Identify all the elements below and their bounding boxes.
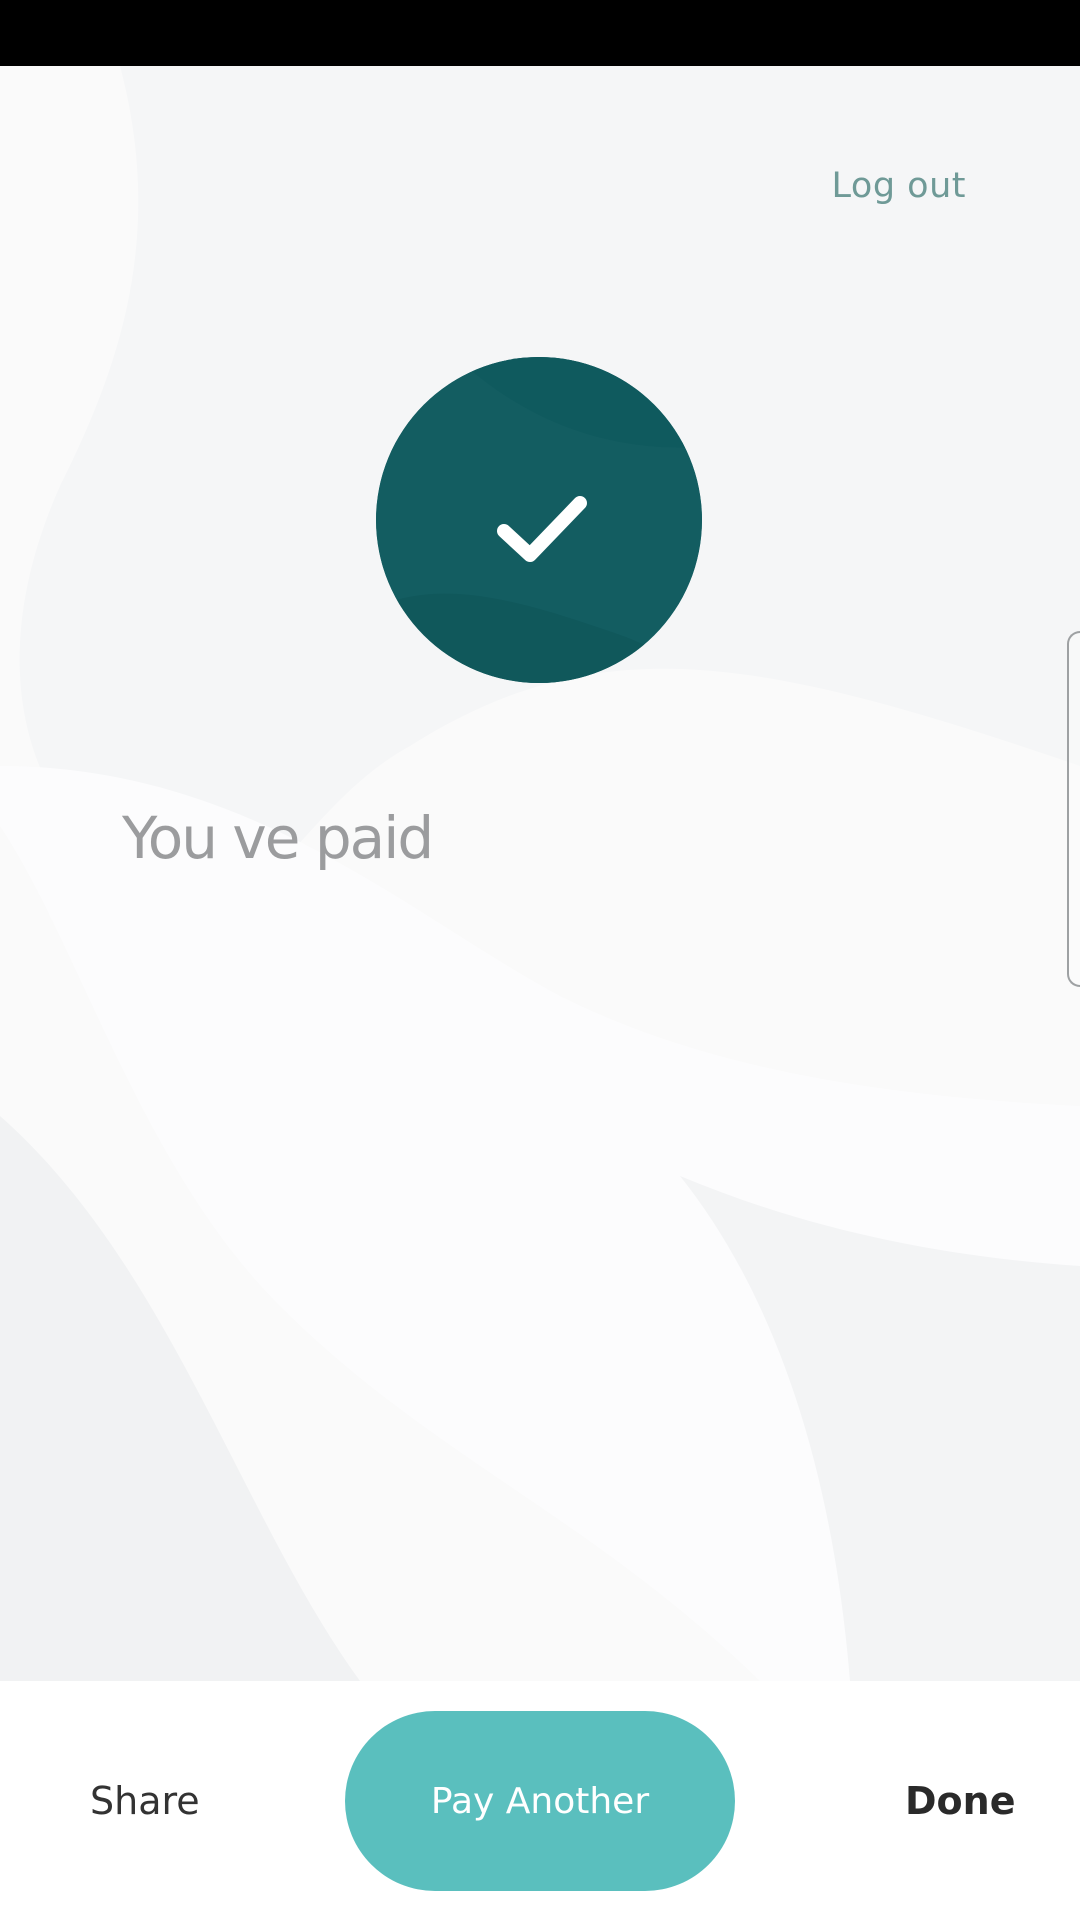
share-button[interactable]: Share	[90, 1779, 200, 1823]
confirmation-screen: Log out You ve paid	[0, 66, 1080, 1681]
status-bar	[0, 0, 1080, 66]
side-panel-handle[interactable]	[1067, 631, 1080, 987]
background-waves	[0, 66, 1080, 1681]
done-button[interactable]: Done	[905, 1779, 1015, 1823]
logout-link[interactable]: Log out	[832, 166, 966, 206]
success-badge	[376, 357, 702, 683]
pay-another-button[interactable]: Pay Another	[345, 1711, 735, 1891]
bottom-action-bar: Share Pay Another Done	[0, 1681, 1080, 1923]
payment-status-title: You ve paid	[122, 804, 434, 872]
check-icon	[376, 357, 702, 683]
